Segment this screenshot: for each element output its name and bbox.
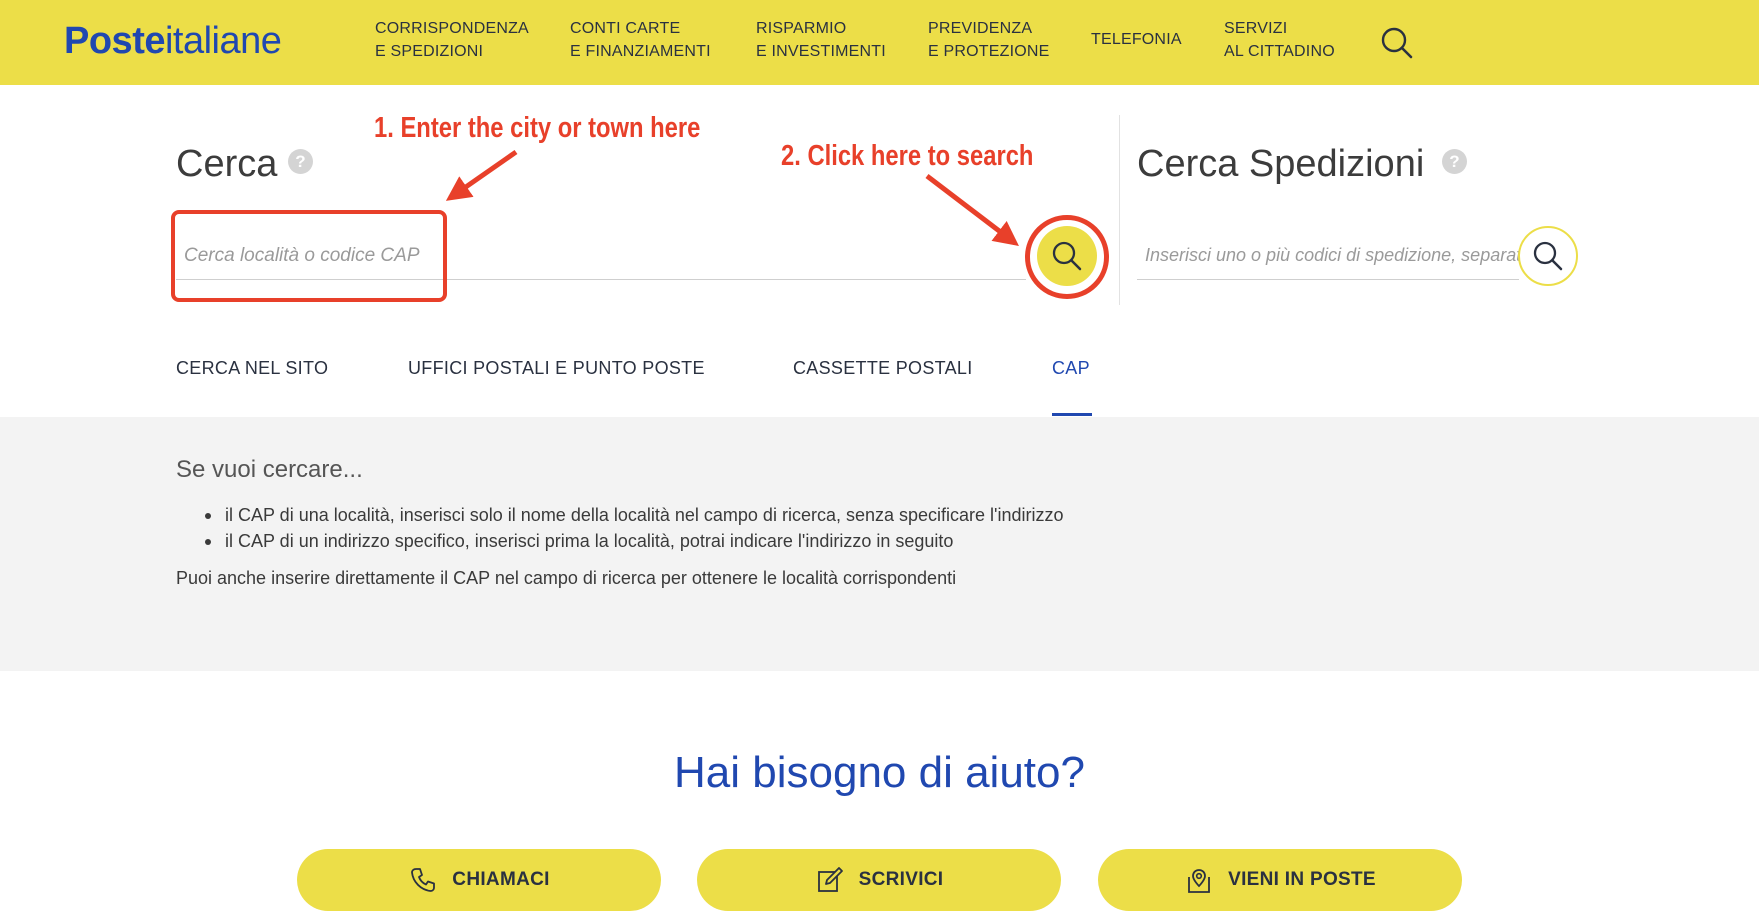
- nav-corrispondenza[interactable]: CORRISPONDENZA E SPEDIZIONI: [375, 17, 529, 63]
- info-note: Puoi anche inserire direttamente il CAP …: [176, 568, 957, 588]
- nav-servizi[interactable]: SERVIZI AL CITTADINO: [1224, 17, 1335, 63]
- call-us-button[interactable]: CHIAMACI: [297, 849, 661, 911]
- poste-italiane-logo[interactable]: Posteitaliane: [64, 20, 282, 63]
- info-title: Se vuoi cercare...: [176, 456, 363, 483]
- location-pin-icon: [1188, 869, 1210, 893]
- tab-cassette-postali[interactable]: CASSETTE POSTALI: [793, 358, 973, 379]
- help-heading: Hai bisogno di aiuto?: [674, 748, 1085, 797]
- nav-risparmio[interactable]: RISPARMIO E INVESTIMENTI: [756, 17, 886, 63]
- search-icon[interactable]: [1380, 26, 1414, 60]
- annotation-step-2: 2. Click here to search: [781, 140, 1034, 172]
- write-us-button[interactable]: SCRIVICI: [697, 849, 1061, 911]
- call-us-label: CHIAMACI: [452, 869, 550, 890]
- search-title: Cerca: [176, 143, 278, 185]
- visit-post-office-button[interactable]: VIENI IN POSTE: [1098, 849, 1462, 911]
- tab-uffici-postali[interactable]: UFFICI POSTALI E PUNTO POSTE: [408, 358, 705, 379]
- top-header: Posteitaliane CORRISPONDENZA E SPEDIZIONI…: [0, 0, 1759, 85]
- write-us-label: SCRIVICI: [858, 869, 944, 890]
- visit-post-office-label: VIENI IN POSTE: [1228, 869, 1376, 890]
- nav-conti-carte[interactable]: CONTI CARTE E FINANZIAMENTI: [570, 17, 711, 63]
- phone-icon: [411, 868, 436, 892]
- shipment-code-input[interactable]: [1137, 232, 1519, 280]
- nav-previdenza[interactable]: PREVIDENZA E PROTEZIONE: [928, 17, 1050, 63]
- search-icon: [1533, 241, 1563, 271]
- active-tab-indicator: [1052, 413, 1092, 416]
- annotation-step-1: 1. Enter the city or town here: [374, 112, 701, 144]
- shipment-search-title: Cerca Spedizioni: [1137, 143, 1425, 185]
- tab-cap[interactable]: CAP: [1052, 358, 1090, 379]
- pencil-icon: [817, 867, 843, 892]
- help-icon[interactable]: ?: [1442, 149, 1467, 174]
- list-item: il CAP di un indirizzo specifico, inseri…: [205, 528, 1064, 554]
- section-divider: [1119, 115, 1120, 305]
- annotation-highlight-circle: [1025, 215, 1109, 299]
- annotation-arrow-1: [445, 149, 518, 201]
- tab-cerca-nel-sito[interactable]: CERCA NEL SITO: [176, 358, 328, 379]
- list-item: il CAP di una località, inserisci solo i…: [205, 502, 1064, 528]
- info-list: il CAP di una località, inserisci solo i…: [205, 502, 1064, 554]
- shipment-search-button[interactable]: [1518, 226, 1578, 286]
- nav-telefonia[interactable]: TELEFONIA: [1091, 28, 1182, 51]
- annotation-highlight-box: [171, 210, 447, 302]
- help-icon[interactable]: ?: [288, 149, 313, 174]
